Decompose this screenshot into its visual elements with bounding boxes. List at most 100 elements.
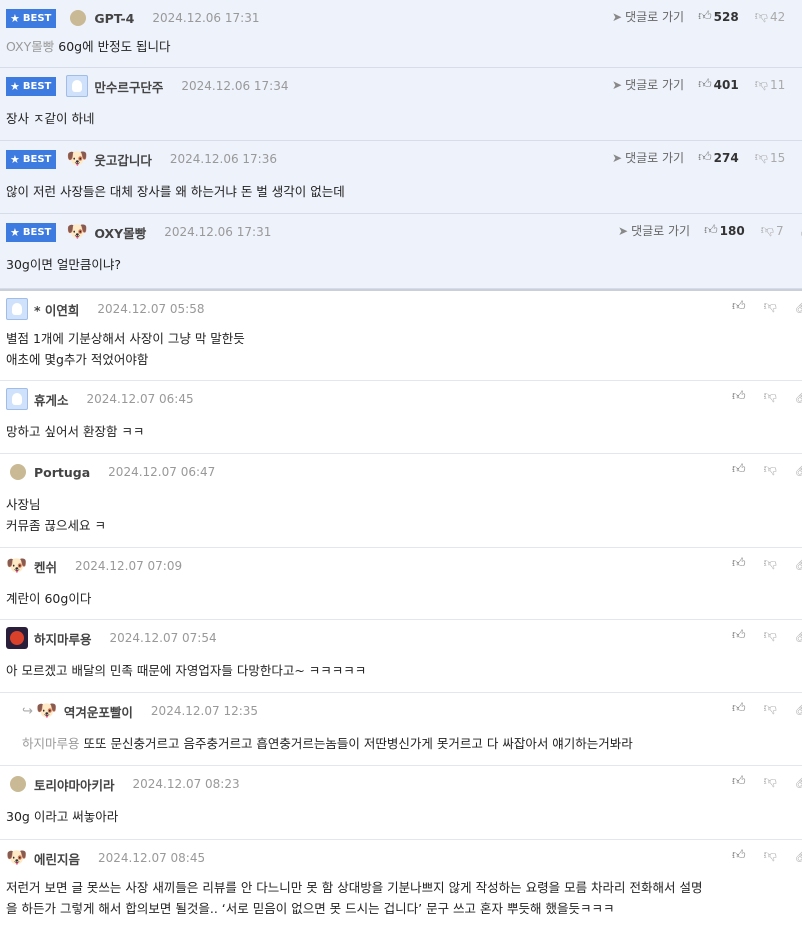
thumbs-up-icon[interactable]: 👍︎ <box>732 556 746 571</box>
avatar <box>10 464 26 480</box>
thumbs-down-icon[interactable]: 👎︎ <box>764 556 777 571</box>
thumbs-down-icon[interactable]: 👎︎ <box>764 774 777 789</box>
comment-date: 2024.12.07 08:23 <box>132 777 240 791</box>
comment-body: 망하고 싶어서 환장함 ㅋㅋ <box>6 424 145 439</box>
best-badge: ★ BEST <box>6 8 57 28</box>
thumbs-down-icon[interactable]: 👎︎ <box>761 223 774 238</box>
thumbs-up-icon[interactable]: 👍︎ <box>698 9 712 24</box>
like-count: 274 <box>713 150 739 165</box>
reply-mention[interactable]: OXY몰빵 <box>6 39 54 54</box>
star-icon: ★ <box>10 152 20 166</box>
thumbs-down-icon[interactable]: 👎︎ <box>764 462 777 477</box>
thumbs-up-icon[interactable]: 👍︎ <box>732 462 746 477</box>
thumbs-up-icon[interactable]: 👍︎ <box>732 774 746 789</box>
comment-author[interactable]: * 이연희 <box>34 300 79 319</box>
thumbs-up-icon[interactable]: 👍︎ <box>732 628 746 643</box>
comment-body: 저런거 보면 글 못쓰는 사장 새끼들은 리뷰를 안 다느니만 못 함 상대방을… <box>6 880 703 916</box>
thumbs-down-icon[interactable]: 👎︎ <box>764 389 777 404</box>
comment-date: 2024.12.07 08:45 <box>98 851 206 865</box>
comment-body: 계란이 60g이다 <box>6 591 92 606</box>
thumbs-down-icon[interactable]: 👎︎ <box>764 848 777 863</box>
dislike-count: 42 <box>769 9 786 24</box>
avatar <box>6 388 28 410</box>
link-icon[interactable]: 🔗︎ <box>795 300 802 314</box>
best-badge: ★ BEST <box>6 149 57 169</box>
dog-avatar-icon: 🐶 <box>66 222 88 242</box>
thumbs-up-icon[interactable]: 👍︎ <box>732 389 746 404</box>
link-icon[interactable]: 🔗︎ <box>795 557 802 571</box>
thumbs-up-icon[interactable]: 👍︎ <box>732 701 746 716</box>
comment: 토리야마아키라 2024.12.07 08:23 30g 이라고 써놓아라 👍︎… <box>0 766 802 840</box>
comment-date: 2024.12.06 17:31 <box>152 11 260 25</box>
comment-body: 아 모르겠고 배달의 민족 때문에 자영업자들 다망한다고~ ㅋㅋㅋㅋㅋ <box>6 663 367 678</box>
best-comment: ★ BEST 만수르구단주 2024.12.06 17:34 장사 ㅈ같이 하네 … <box>0 68 802 141</box>
like-count: 528 <box>713 9 739 24</box>
comment-date: 2024.12.07 12:35 <box>150 704 259 718</box>
reply-mention[interactable]: 하지마루용 <box>22 736 80 751</box>
comment-body: 사장님 커뮤좀 끊으세요 ㅋ <box>6 497 106 533</box>
thumbs-down-icon[interactable]: 👎︎ <box>764 701 777 716</box>
link-icon[interactable]: 🔗︎ <box>795 702 802 716</box>
thumbs-up-icon[interactable]: 👍︎ <box>698 77 712 92</box>
avatar <box>66 75 89 97</box>
comment-author[interactable]: 웃고갑니다 <box>94 150 152 169</box>
comment-author[interactable]: 켄쉬 <box>34 557 57 576</box>
dog-avatar-icon: 🐶 <box>6 848 28 868</box>
link-icon[interactable]: 🔗︎ <box>795 629 802 643</box>
comment-author[interactable]: 에린지음 <box>34 849 80 868</box>
comment-author[interactable]: GPT-4 <box>94 11 134 26</box>
like-count: 401 <box>713 77 739 92</box>
link-icon[interactable]: 🔗︎ <box>795 849 802 863</box>
comment-author[interactable]: 휴게소 <box>34 390 69 409</box>
comment: 하지마루용 2024.12.07 07:54 아 모르겠고 배달의 민족 때문에… <box>0 620 802 693</box>
dislike-count: 7 <box>775 223 784 238</box>
thumbs-down-icon[interactable]: 👎︎ <box>764 299 777 314</box>
comment-actions: 👍︎ 👎︎ 🔗︎ <box>732 556 802 571</box>
thumbs-down-icon[interactable]: 👎︎ <box>755 77 768 92</box>
comment-actions: ➤댓글로 가기 👍︎180 👎︎7 🔗︎ <box>618 222 802 239</box>
goto-comment-link[interactable]: ➤ 댓글로 가기 <box>612 8 684 25</box>
comment-author[interactable]: Portuga <box>34 465 90 480</box>
thumbs-up-icon[interactable]: 👍︎ <box>704 223 718 238</box>
arrow-icon: ➤ <box>612 78 623 92</box>
comment-date: 2024.12.07 05:58 <box>97 302 205 316</box>
avatar <box>6 627 28 649</box>
link-icon[interactable]: 🔗︎ <box>795 390 802 404</box>
comment-date: 2024.12.06 17:36 <box>169 152 277 166</box>
comment-date: 2024.12.07 07:54 <box>109 631 217 645</box>
thumbs-up-icon[interactable]: 👍︎ <box>732 848 746 863</box>
goto-comment-link[interactable]: ➤ 댓글로 가기 <box>618 222 690 239</box>
goto-comment-link[interactable]: ➤ 댓글로 가기 <box>612 76 684 93</box>
dislike-count: 15 <box>769 150 786 165</box>
best-comment: ★ BEST 🐶 OXY몰빵 2024.12.06 17:31 30g이면 얼만큼… <box>0 214 802 289</box>
comment-actions: 👍︎ 👎︎ 🔗︎ <box>732 774 802 789</box>
link-icon[interactable]: 🔗︎ <box>795 463 802 477</box>
star-icon: ★ <box>10 225 20 239</box>
comment-author[interactable]: OXY몰빵 <box>94 223 146 242</box>
thumbs-up-icon[interactable]: 👍︎ <box>732 299 746 314</box>
thumbs-down-icon[interactable]: 👎︎ <box>755 150 768 165</box>
goto-comment-link[interactable]: ➤ 댓글로 가기 <box>612 149 684 166</box>
best-comment: ★ BEST 🐶 웃고갑니다 2024.12.06 17:36 않이 저런 사장들… <box>0 141 802 214</box>
reply-comment: ↪ 🐶 역겨운포빨이 2024.12.07 12:35 하지마루용 또또 문신충거… <box>0 693 802 766</box>
comment-date: 2024.12.07 07:09 <box>75 559 183 573</box>
comment-author[interactable]: 토리야마아키라 <box>34 775 115 794</box>
comment-actions: ➤댓글로 가기 👍︎528 👎︎42 🔗︎ <box>612 8 802 25</box>
comment-author[interactable]: 역겨운포빨이 <box>64 702 133 721</box>
like-count: 180 <box>719 223 745 238</box>
avatar <box>6 298 28 320</box>
comment-author[interactable]: 만수르구단주 <box>94 77 163 96</box>
thumbs-down-icon[interactable]: 👎︎ <box>764 628 777 643</box>
best-comment: ★ BEST GPT-4 2024.12.06 17:31 OXY몰빵 60g에 반… <box>0 0 802 68</box>
comment-actions: 👍︎ 👎︎ 🔗︎ <box>732 848 802 863</box>
comment-actions: 👍︎ 👎︎ 🔗︎ <box>732 628 802 643</box>
link-icon[interactable]: 🔗︎ <box>795 775 802 789</box>
thumbs-up-icon[interactable]: 👍︎ <box>698 150 712 165</box>
comment-date: 2024.12.06 17:34 <box>181 79 289 93</box>
thumbs-down-icon[interactable]: 👎︎ <box>755 9 768 24</box>
comment: 🐶 에린지음 2024.12.07 08:45 저런거 보면 글 못쓰는 사장 … <box>0 840 802 927</box>
avatar <box>10 776 26 792</box>
comment-body: 별점 1개에 기분상해서 사장이 그냥 막 말한듯 애초에 몇g추가 적었어야함 <box>6 331 245 367</box>
dislike-count: 11 <box>769 77 786 92</box>
comment-author[interactable]: 하지마루용 <box>34 629 92 648</box>
